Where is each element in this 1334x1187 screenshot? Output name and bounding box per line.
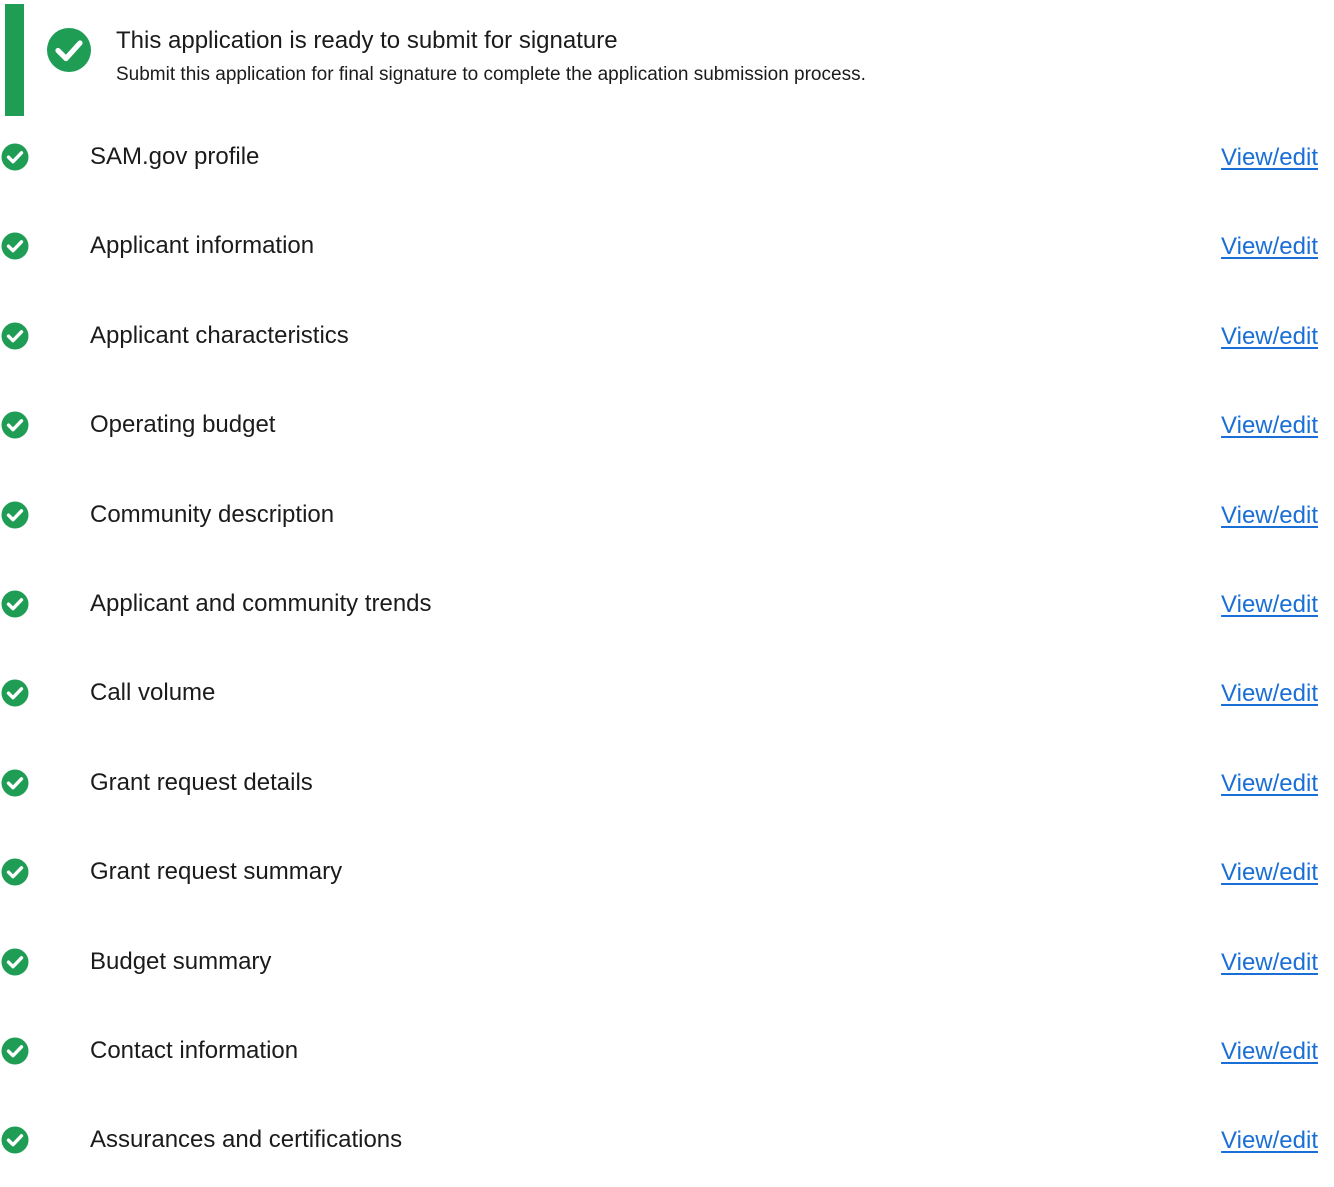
- check-circle-icon: [1, 858, 29, 886]
- task-label: Grant request summary: [90, 858, 343, 886]
- task-row-applicant-characteristics: Applicant characteristics View/edit: [0, 293, 1334, 382]
- task-row-grant-request-summary: Grant request summary View/edit: [0, 829, 1334, 918]
- alert-heading: This application is ready to submit for …: [116, 27, 618, 54]
- view-edit-link[interactable]: View/edit: [1221, 1124, 1318, 1158]
- check-circle-icon: [1, 590, 29, 618]
- check-circle-icon: [1, 322, 29, 350]
- task-row-sam-gov-profile: SAM.gov profile View/edit: [0, 114, 1334, 203]
- check-circle-icon: [1, 501, 29, 529]
- task-row-assurances-and-certifications: Assurances and certifications View/edit: [0, 1097, 1334, 1186]
- task-label: Contact information: [90, 1036, 299, 1064]
- check-circle-icon: [1, 411, 29, 439]
- task-label: Operating budget: [90, 411, 276, 439]
- task-row-applicant-information: Applicant information View/edit: [0, 203, 1334, 292]
- check-circle-icon: [1, 232, 29, 260]
- check-circle-icon: [1, 143, 29, 171]
- alert-accent-bar: [5, 4, 24, 116]
- task-row-grant-request-details: Grant request details View/edit: [0, 740, 1334, 829]
- check-circle-icon: [1, 679, 29, 707]
- task-row-budget-summary: Budget summary View/edit: [0, 919, 1334, 1008]
- view-edit-link[interactable]: View/edit: [1221, 320, 1318, 354]
- view-edit-link[interactable]: View/edit: [1221, 499, 1318, 533]
- task-row-operating-budget: Operating budget View/edit: [0, 382, 1334, 471]
- task-label: Applicant and community trends: [90, 589, 432, 617]
- success-alert: This application is ready to submit for …: [5, 4, 1005, 116]
- check-circle-icon: [1, 1126, 29, 1154]
- view-edit-link[interactable]: View/edit: [1221, 767, 1318, 801]
- task-label: SAM.gov profile: [90, 143, 260, 170]
- task-row-contact-information: Contact information View/edit: [0, 1008, 1334, 1097]
- view-edit-link[interactable]: View/edit: [1221, 856, 1318, 890]
- view-edit-link[interactable]: View/edit: [1221, 409, 1318, 443]
- task-label: Grant request details: [90, 768, 313, 796]
- task-label: Applicant information: [90, 232, 315, 260]
- check-circle-icon: [1, 948, 29, 976]
- task-row-applicant-and-community-trends: Applicant and community trends View/edit: [0, 561, 1334, 650]
- task-row-community-description: Community description View/edit: [0, 472, 1334, 561]
- check-circle-icon: [47, 28, 91, 72]
- task-row-call-volume: Call volume View/edit: [0, 650, 1334, 739]
- view-edit-link[interactable]: View/edit: [1221, 1035, 1318, 1069]
- check-circle-icon: [1, 1037, 29, 1065]
- check-circle-icon: [1, 769, 29, 797]
- view-edit-link[interactable]: View/edit: [1221, 946, 1318, 980]
- task-label: Applicant characteristics: [90, 321, 349, 349]
- view-edit-link[interactable]: View/edit: [1221, 588, 1318, 622]
- task-list: SAM.gov profile View/edit Applicant info…: [0, 114, 1334, 1187]
- alert-body: Submit this application for final signat…: [116, 64, 866, 85]
- view-edit-link[interactable]: View/edit: [1221, 141, 1318, 175]
- view-edit-link[interactable]: View/edit: [1221, 230, 1318, 264]
- task-label: Budget summary: [90, 947, 272, 975]
- task-label: Community description: [90, 500, 335, 528]
- task-label: Call volume: [90, 679, 216, 707]
- view-edit-link[interactable]: View/edit: [1221, 677, 1318, 711]
- task-label: Assurances and certifications: [90, 1126, 403, 1154]
